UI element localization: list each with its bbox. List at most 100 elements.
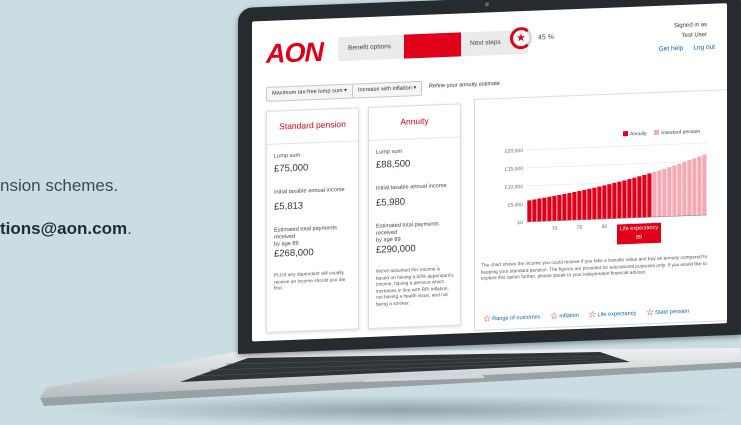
chart-bar [562,193,567,221]
chart-bar [622,180,627,219]
annuity-income-value: £5,980 [376,196,406,209]
life-expectancy-link-label: Life expectancy [597,310,637,319]
chart-bar [607,184,612,219]
star-icon: ★ [516,31,526,45]
state-pension-link-label: State pension [654,308,690,316]
chart-bar [602,185,607,220]
standard-total-label-2: by age 89 [274,240,299,248]
chart-bar [697,156,702,216]
contact-email: tions@aon.com [0,219,128,238]
refine-annuity-link[interactable]: Refine your annuity estimate [424,78,505,94]
chevron-down-icon: ▾ [344,87,347,94]
chart-bar [587,188,592,220]
app-screen: AON Benefit options Next steps ★ 45 % Si… [252,3,727,342]
life-expectancy-link[interactable]: ☆Life expectancy [588,309,637,319]
x-tick-label: 70 [552,226,558,232]
chart-bar [687,160,692,216]
chart-bar [532,199,537,222]
nav-next-steps[interactable]: Next steps [470,39,501,47]
chart-bar [572,191,577,221]
inflation-link[interactable]: ☆Inflation [550,310,579,322]
annuity-total-label-2: by age 89 [376,236,401,244]
income-chart: £20,000£15,000£10,000£5,000£07075808590A… [505,129,707,232]
legend-swatch-annuity [623,131,628,137]
aon-logo[interactable]: AON [266,37,323,70]
header-links: Get help Log out [649,44,715,54]
chart-bar [612,182,617,219]
background-text-period: . [127,219,132,238]
chevron-down-icon: ▾ [413,85,417,92]
get-help-link[interactable]: Get help [659,45,684,53]
chart-bar [552,195,557,221]
inflation-link-label: Inflation [559,312,579,320]
chart-bar [632,177,637,218]
annuity-card: Annuity Lump sum £88,500 Initial taxable… [368,103,461,330]
star-outline-icon: ☆ [550,310,559,322]
lump-sum-dropdown[interactable]: Maximum tax-free lump sum ▾ [266,83,353,102]
chart-bar [527,200,532,222]
chart-card: £20,000£15,000£10,000£5,000£07075808590A… [474,89,727,331]
chart-bar [577,190,582,220]
chart-bar [682,161,687,216]
state-pension-link[interactable]: ☆State pension [645,307,690,318]
chart-bar [617,181,622,219]
legend-label-standard: Standard pension [661,129,700,137]
laptop-base [40,348,741,406]
legend-label-annuity: Annuity [630,131,647,138]
chart-bar [647,173,652,218]
chart-bar [672,165,677,217]
step-navigation: Benefit options Next steps [338,29,528,62]
log-out-link[interactable]: Log out [693,44,715,52]
gridline [527,142,707,151]
camera-dot [485,2,489,7]
chart-bar [592,187,597,220]
nav-benefit-options[interactable]: Benefit options [348,43,391,52]
y-tick-label: £10,000 [505,184,523,191]
chart-bar [667,167,672,217]
star-outline-icon: ☆ [645,307,654,318]
chart-bar [567,192,572,221]
chart-note: The chart shows the income you could rec… [481,254,708,282]
x-tick-label: 80 [602,224,608,230]
y-tick-label: £20,000 [505,148,523,155]
chart-bar [537,198,542,222]
chart-bar [652,171,657,218]
standard-pension-card: Standard pension Lump sum £75,000 Initia… [266,107,359,333]
progress-percent: 45 % [538,33,554,42]
legend-swatch-standard [654,129,659,136]
star-outline-icon: ☆ [483,313,492,324]
user-name: Test User [681,31,707,39]
chart-links: ☆Range of outcomes ☆Inflation ☆Life expe… [483,305,697,324]
standard-lump-value: £75,000 [274,162,309,175]
annuity-title: Annuity [369,104,460,141]
annuity-income-label: Initial taxable annual income [376,182,447,192]
annuity-total-value: £290,000 [376,243,416,256]
annuity-lump-label: Lump sum [376,148,403,156]
standard-note: PLUS any dependant will usually receive … [274,270,346,292]
y-tick-label: £5,000 [508,202,524,209]
annuity-note: We've assumed this income is based on ha… [376,267,454,308]
chart-bar [642,174,647,218]
inflation-label: Increase with inflation [358,85,412,94]
chart-bar [582,189,587,220]
chart-bar [657,170,662,217]
background-text-line2: tions@aon.com. [0,219,132,239]
chart-bar [637,176,642,218]
standard-total-value: £268,000 [274,247,314,260]
annuity-total-label: Estimated total payments received by age … [376,220,460,244]
annuity-total-label-1: Estimated total payments received [376,221,439,237]
inflation-dropdown[interactable]: Increase with inflation ▾ [352,80,423,99]
nav-current-step[interactable] [404,32,461,59]
y-tick-label: £15,000 [505,166,523,173]
x-tick-label: 75 [577,225,583,231]
life-expectancy-tooltip: Life expectancy 89 [617,222,661,245]
lump-sum-label: Maximum tax-free lump sum [272,87,343,97]
standard-income-label: Initial taxable annual income [274,186,345,196]
standard-lump-label: Lump sum [274,152,301,160]
chart-bar [557,194,562,221]
user-info: Signed in as Test User [674,20,707,41]
laptop-lid: AON Benefit options Next steps ★ 45 % Si… [238,0,741,354]
chart-bar [597,186,602,220]
range-of-outcomes-link[interactable]: ☆Range of outcomes [483,313,541,324]
standard-total-label: Estimated total payments received by age … [274,224,358,248]
